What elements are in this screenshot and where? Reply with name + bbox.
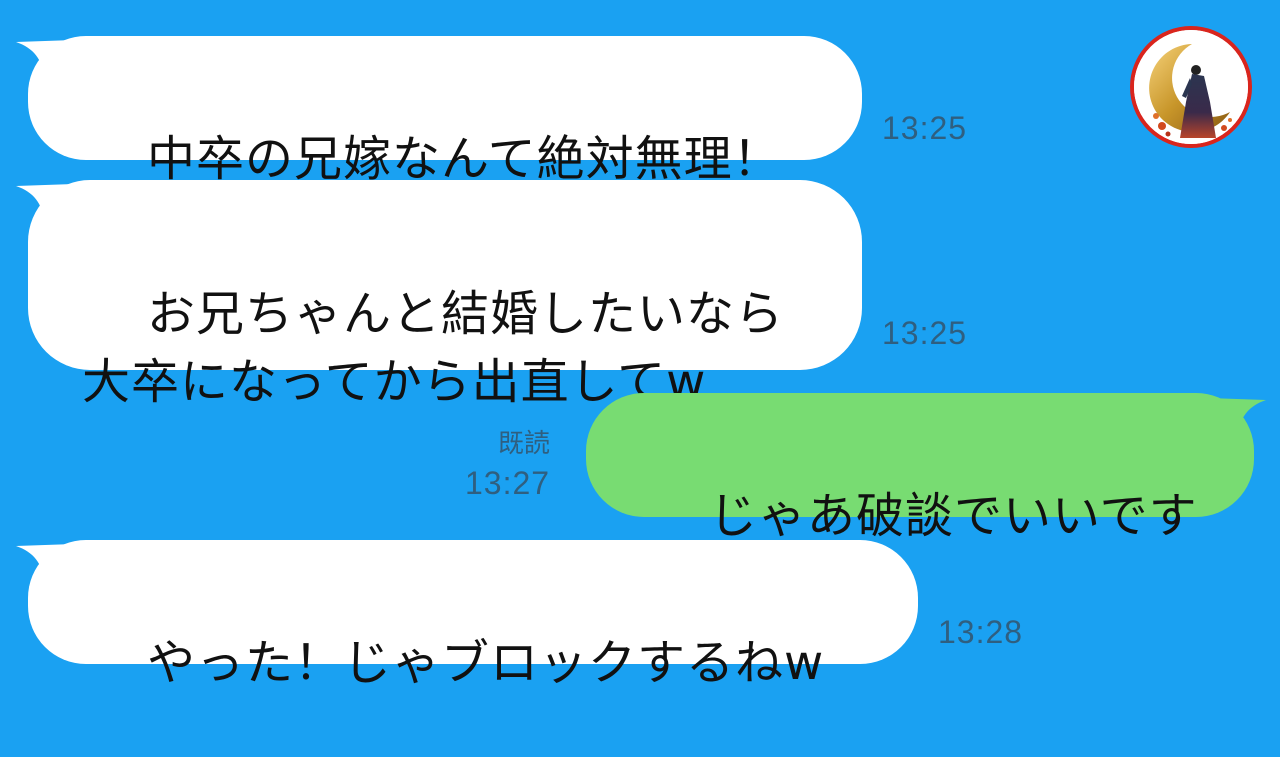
- message-text: お兄ちゃんと結婚したいなら 大卒になってから出直してw: [82, 286, 785, 410]
- message-time: 13:25: [882, 315, 968, 351]
- kimono-woman-avatar-icon[interactable]: [1130, 26, 1252, 148]
- message-bubble: 中卒の兄嫁なんて絶対無理！: [28, 36, 862, 187]
- message-bubble: やった！じゃブロックするねw: [28, 540, 918, 691]
- message-text: 中卒の兄嫁なんて絶対無理！: [147, 131, 782, 188]
- message-time: 13:27: [465, 465, 551, 501]
- message-bubble: じゃあ破談でいいです: [586, 393, 1254, 544]
- message-bubble: お兄ちゃんと結婚したいなら 大卒になってから出直してw: [28, 180, 862, 410]
- message-text: やった！じゃブロックするねw: [147, 635, 825, 692]
- message-text: じゃあ破談でいいです: [709, 488, 1198, 545]
- avatar-illustration: [1134, 30, 1248, 144]
- message-time: 13:28: [938, 614, 1024, 650]
- read-receipt: 既読: [498, 429, 551, 459]
- message-time: 13:25: [882, 110, 968, 146]
